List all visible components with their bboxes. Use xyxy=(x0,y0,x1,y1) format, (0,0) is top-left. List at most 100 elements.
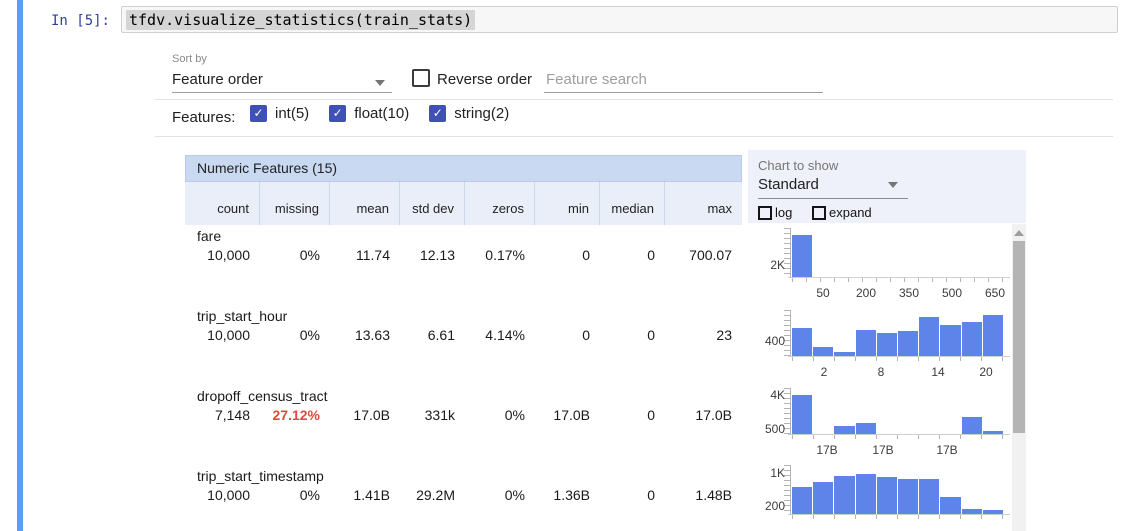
x-tick-label: 17B xyxy=(872,444,893,456)
stat-cell-missing: 27.12% xyxy=(260,407,330,423)
x-tick-label: 20 xyxy=(979,366,992,378)
table-row: trip_start_timestamp10,0000%1.41B29.2M0%… xyxy=(185,465,742,531)
reverse-order-checkbox[interactable] xyxy=(412,69,430,87)
scrollbar-thumb[interactable] xyxy=(1013,241,1025,433)
search-input-underline xyxy=(544,92,823,93)
feature-name: fare xyxy=(185,225,742,245)
stat-cell-std-dev: 331k xyxy=(400,407,465,423)
feature-type-filter: ✓ float(10) xyxy=(329,105,409,122)
type-filter-label: string(2) xyxy=(454,105,509,122)
feature-stats: 10,0000%1.41B29.2M0%1.36B01.48B xyxy=(185,487,742,503)
chart-dropdown-underline xyxy=(758,198,908,199)
x-tick-label: 8 xyxy=(878,366,885,378)
chevron-down-icon[interactable] xyxy=(888,182,898,188)
column-header-zeros: zeros xyxy=(465,182,535,225)
feature-type-filter-row: Features: ✓int(5)✓float(10)✓string(2) xyxy=(155,100,1113,137)
stat-cell-min: 0 xyxy=(535,327,600,343)
x-tick-label: 200 xyxy=(856,287,876,299)
scrollbar-up-arrow-icon[interactable] xyxy=(1014,230,1024,236)
column-header-std-dev: std dev xyxy=(400,182,465,225)
feature-type-filter: ✓int(5) xyxy=(250,105,309,122)
stat-cell-min: 0 xyxy=(535,247,600,263)
x-tick-label: 50 xyxy=(816,287,829,299)
stat-cell-min: 17.0B xyxy=(535,407,600,423)
sort-by-label: Sort by xyxy=(172,53,207,65)
stat-cell-mean: 13.63 xyxy=(330,327,400,343)
stat-cell-count: 10,000 xyxy=(185,487,260,503)
stat-cell-count: 10,000 xyxy=(185,247,260,263)
stat-cell-max: 700.07 xyxy=(665,247,742,263)
x-tick-label: 500 xyxy=(942,287,962,299)
column-header-missing: missing xyxy=(260,182,330,225)
column-header-mean: mean xyxy=(330,182,400,225)
table-column-header: countmissingmeanstd devzerosminmedianmax xyxy=(185,182,742,225)
stat-cell-zeros: 0.17% xyxy=(465,247,535,263)
stat-cell-mean: 11.74 xyxy=(330,247,400,263)
stat-cell-min: 1.36B xyxy=(535,487,600,503)
x-tick-label: 14 xyxy=(931,366,944,378)
stat-cell-zeros: 4.14% xyxy=(465,327,535,343)
histogram-trip-start-timestamp: 1K200 xyxy=(755,463,1010,531)
sort-by-dropdown[interactable]: Feature order xyxy=(172,71,263,88)
histogram-dropoff-census-tract: 4K500 17B17B17B xyxy=(755,385,1010,463)
facets-controls-panel: Sort by Feature order Reverse order Feat… xyxy=(155,48,1113,137)
table-row: fare10,0000%11.7412.130.17%00700.07 xyxy=(185,225,742,305)
features-label: Features: xyxy=(172,109,235,126)
code-text[interactable]: tfdv.visualize_statistics(train_stats) xyxy=(126,10,475,30)
type-filter-checkbox[interactable]: ✓ xyxy=(329,105,346,122)
x-axis-labels: 50 200 350 500 650 xyxy=(755,225,1010,305)
chart-to-show-label: Chart to show xyxy=(758,158,838,173)
log-checkbox[interactable] xyxy=(758,206,772,220)
stat-cell-median: 0 xyxy=(600,487,665,503)
feature-name: trip_start_timestamp xyxy=(185,465,742,485)
stat-cell-count: 10,000 xyxy=(185,327,260,343)
histogram-trip-start-hour: 400 281420 xyxy=(755,305,1010,385)
chart-to-show-dropdown[interactable]: Standard xyxy=(758,176,819,193)
x-tick-label: 2 xyxy=(821,366,828,378)
jupyter-cell-selection-bar[interactable] xyxy=(17,0,23,531)
x-tick-label: 350 xyxy=(899,287,919,299)
stat-cell-max: 1.48B xyxy=(665,487,742,503)
type-filter-checkbox[interactable]: ✓ xyxy=(250,105,267,122)
column-header-max: max xyxy=(665,182,742,225)
stat-cell-median: 0 xyxy=(600,327,665,343)
stat-cell-median: 0 xyxy=(600,247,665,263)
column-header-min: min xyxy=(535,182,600,225)
x-tick-label: 17B xyxy=(936,444,957,456)
x-axis-labels: 2 8 14 20 xyxy=(755,305,1010,385)
stat-cell-count: 7,148 xyxy=(185,407,260,423)
log-label: log xyxy=(775,205,792,220)
feature-stats: 10,0000%13.636.614.14%0023 xyxy=(185,327,742,343)
chevron-down-icon[interactable] xyxy=(375,80,385,86)
histogram-fare: 2K 50200350500650 xyxy=(755,225,1010,305)
chart-controls-panel: Chart to show Standard log expand xyxy=(748,150,1026,223)
stat-cell-missing: 0% xyxy=(260,247,330,263)
stat-cell-median: 0 xyxy=(600,407,665,423)
jupyter-input-prompt: In [5]: xyxy=(30,13,110,29)
x-tick-label: 650 xyxy=(985,287,1005,299)
jupyter-code-cell[interactable]: tfdv.visualize_statistics(train_stats) xyxy=(121,6,1118,33)
screenshot-root: In [5]: tfdv.visualize_statistics(train_… xyxy=(0,0,1124,531)
table-row: trip_start_hour10,0000%13.636.614.14%002… xyxy=(185,305,742,385)
stat-cell-mean: 1.41B xyxy=(330,487,400,503)
column-header-count: count xyxy=(185,182,260,225)
feature-stats: 10,0000%11.7412.130.17%00700.07 xyxy=(185,247,742,263)
stat-cell-std-dev: 6.61 xyxy=(400,327,465,343)
stat-cell-max: 17.0B xyxy=(665,407,742,423)
feature-search-input[interactable]: Feature search xyxy=(546,71,647,88)
numeric-features-header: Numeric Features (15) xyxy=(185,155,742,182)
stat-cell-mean: 17.0B xyxy=(330,407,400,423)
expand-checkbox[interactable] xyxy=(812,206,826,220)
stat-cell-zeros: 0% xyxy=(465,487,535,503)
stat-cell-zeros: 0% xyxy=(465,407,535,423)
table-row: dropoff_census_tract7,14827.12%17.0B331k… xyxy=(185,385,742,465)
stat-cell-max: 23 xyxy=(665,327,742,343)
sort-dropdown-underline xyxy=(172,92,392,93)
type-filter-label: float(10) xyxy=(354,105,409,122)
table-rows: fare10,0000%11.7412.130.17%00700.07trip_… xyxy=(185,225,742,531)
type-filter-checkbox[interactable]: ✓ xyxy=(429,105,446,122)
stat-cell-missing: 0% xyxy=(260,487,330,503)
stat-cell-missing: 0% xyxy=(260,327,330,343)
stat-cell-std-dev: 29.2M xyxy=(400,487,465,503)
feature-name: trip_start_hour xyxy=(185,305,742,325)
